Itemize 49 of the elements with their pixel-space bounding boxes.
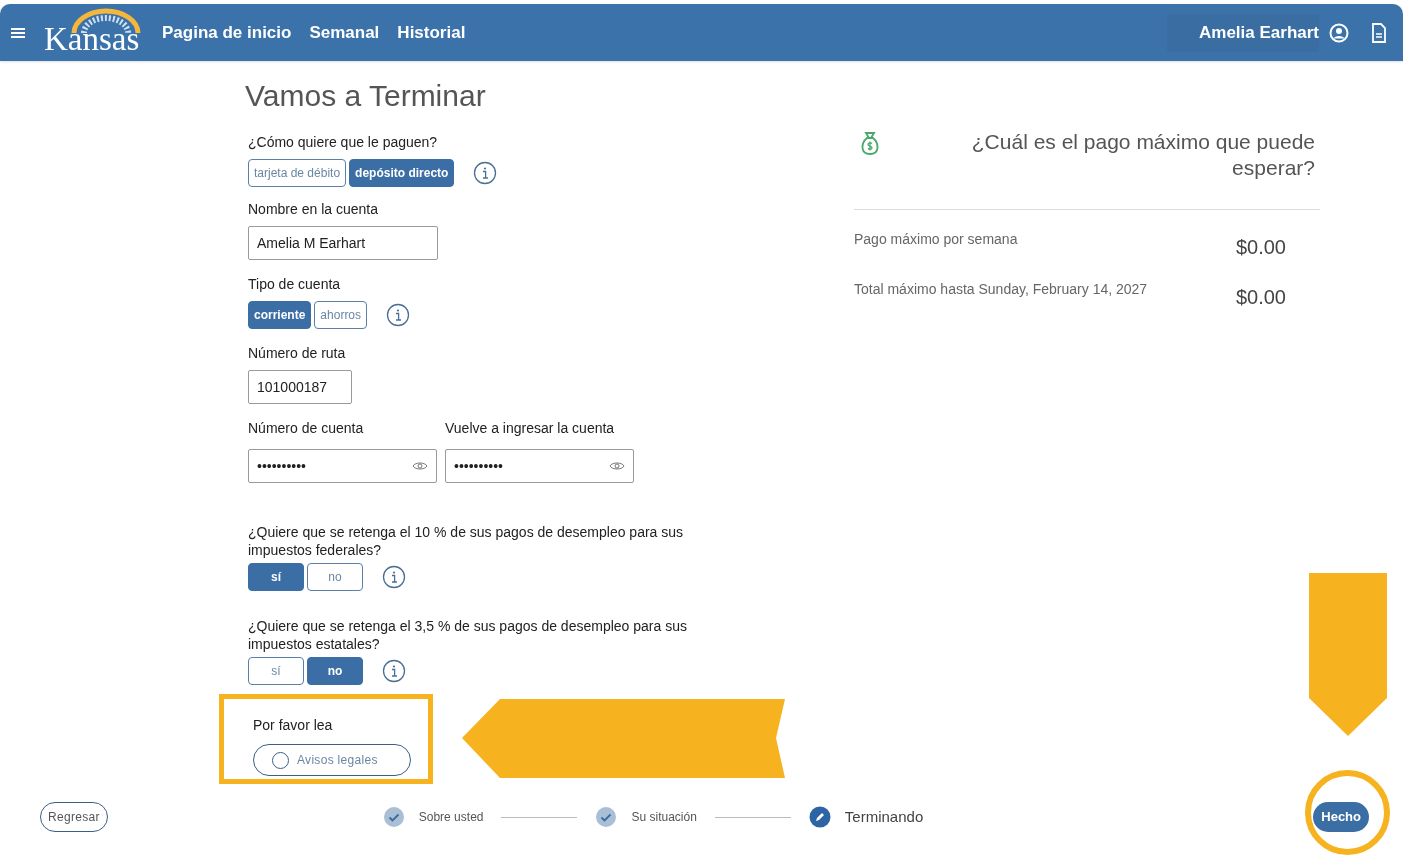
info-icon[interactable] bbox=[382, 659, 406, 683]
option-button[interactable]: tarjeta de débito bbox=[248, 159, 347, 187]
field-label: ¿Quiere que se retenga el 10 % de sus pagos de desempleo para sus impuestos federales? bbox=[248, 523, 685, 559]
option-button[interactable]: ahorros bbox=[314, 301, 368, 329]
info-icon[interactable] bbox=[473, 161, 498, 185]
logo-text: Kansas bbox=[44, 22, 140, 56]
page-title: Vamos a Terminar bbox=[245, 78, 487, 114]
field-value: Amelia M Earhart bbox=[257, 233, 367, 253]
field-label: ¿Cómo quiere que le paguen? bbox=[248, 133, 439, 152]
summary-amount: $0.00 bbox=[1235, 285, 1286, 310]
field-label: Nombre en la cuenta bbox=[248, 200, 379, 219]
option-button[interactable]: no bbox=[307, 563, 363, 591]
field-label: Número de cuenta bbox=[248, 419, 365, 438]
document-icon[interactable] bbox=[1371, 22, 1387, 43]
option-button[interactable]: sí bbox=[248, 563, 304, 591]
nav-link[interactable]: Historial bbox=[397, 19, 466, 46]
field-label: Tipo de cuenta bbox=[248, 275, 342, 294]
eye-icon[interactable] bbox=[412, 460, 428, 472]
summary-title: ¿Cuál es el pago máximo que puede esperar? bbox=[970, 129, 1315, 181]
eye-icon[interactable] bbox=[609, 460, 625, 472]
summary-label: Total máximo hasta Sunday, February 14, 2027 bbox=[854, 280, 1149, 299]
nav-link[interactable]: Semanal bbox=[309, 19, 380, 46]
user-icon[interactable] bbox=[1329, 22, 1349, 43]
step-label: Terminando bbox=[844, 806, 924, 827]
step-label: Su situación bbox=[631, 809, 697, 826]
summary-label: Pago máximo por semana bbox=[854, 230, 1019, 249]
option-button[interactable]: corriente bbox=[248, 301, 312, 329]
input-field[interactable]: Amelia M Earhart bbox=[248, 226, 438, 260]
field-value: 101000187 bbox=[257, 377, 329, 397]
field-value: •••••••••• bbox=[454, 456, 504, 476]
field-label: Por favor lea bbox=[253, 716, 334, 735]
done-button[interactable]: Hecho bbox=[1313, 802, 1369, 832]
info-icon[interactable] bbox=[386, 303, 411, 327]
input-field[interactable]: •••••••••• bbox=[248, 449, 437, 483]
summary-amount: $0.00 bbox=[1235, 235, 1286, 260]
option-button[interactable]: no bbox=[307, 657, 363, 685]
field-label: Número de ruta bbox=[248, 344, 347, 363]
info-icon[interactable] bbox=[382, 565, 406, 589]
option-button[interactable]: sí bbox=[248, 657, 304, 685]
option-button[interactable]: depósito directo bbox=[349, 159, 455, 187]
field-label: ¿Quiere que se retenga el 3,5 % de sus pagos de desempleo para sus impuestos estatales? bbox=[248, 617, 688, 653]
field-value: •••••••••• bbox=[257, 456, 307, 476]
nav-link[interactable]: Pagina de inicio bbox=[162, 19, 292, 46]
step-label: Sobre usted bbox=[418, 809, 484, 826]
field-label: Vuelve a ingresar la cuenta bbox=[445, 419, 616, 438]
menu-icon[interactable] bbox=[10, 25, 26, 40]
input-field[interactable]: •••••••••• bbox=[445, 449, 634, 483]
money-bag-icon bbox=[859, 131, 881, 157]
input-field[interactable]: 101000187 bbox=[248, 370, 352, 404]
